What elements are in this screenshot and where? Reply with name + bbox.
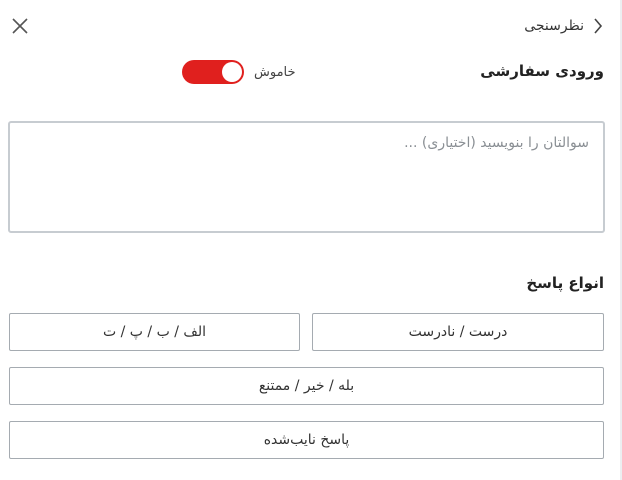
custom-input-toggle[interactable]	[182, 60, 244, 84]
survey-panel: نظرسنجی ورودی سفارشی خاموش انواع پاسخ در…	[0, 0, 622, 480]
answer-type-true-false-button[interactable]: درست / نادرست	[312, 313, 604, 351]
answer-type-yes-no-abstain-button[interactable]: بله / خیر / ممتنع	[9, 367, 604, 405]
answer-type-label: الف / ب / پ / ت	[102, 324, 207, 340]
back-label: نظرسنجی	[524, 18, 584, 34]
answer-types-title: انواع پاسخ	[526, 274, 604, 292]
questions-input[interactable]	[10, 123, 603, 231]
answer-type-label: پاسخ نایب‌شده	[263, 432, 350, 448]
answer-type-typed-answer-button[interactable]: پاسخ نایب‌شده	[9, 421, 604, 459]
close-icon[interactable]	[10, 16, 30, 36]
answer-type-multiple-choice-button[interactable]: الف / ب / پ / ت	[9, 313, 300, 351]
custom-input-row: ورودی سفارشی خاموش	[0, 58, 622, 88]
questions-field	[8, 121, 605, 233]
toggle-knob	[222, 62, 242, 82]
answer-type-label: درست / نادرست	[408, 324, 508, 340]
back-button[interactable]: نظرسنجی	[524, 16, 606, 36]
toggle-label: خاموش	[254, 64, 296, 80]
panel-header: نظرسنجی	[0, 0, 622, 54]
answer-type-label: بله / خیر / ممتنع	[258, 378, 355, 394]
custom-input-toggle-group: خاموش	[182, 60, 296, 84]
chevron-right-icon	[594, 18, 603, 34]
custom-input-title: ورودی سفارشی	[480, 62, 604, 80]
